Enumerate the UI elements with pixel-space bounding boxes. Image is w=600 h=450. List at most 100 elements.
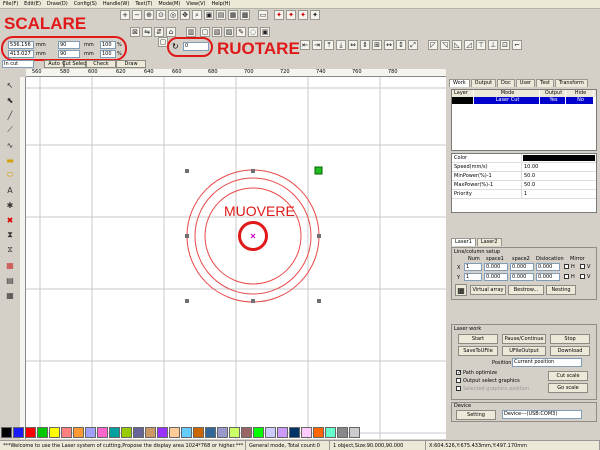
distribute-icon[interactable]: ⊞	[372, 40, 382, 50]
palette-swatch[interactable]	[157, 427, 168, 438]
go-scale-button[interactable]: Go scale	[548, 383, 588, 393]
palette-swatch[interactable]	[49, 427, 60, 438]
align-top-icon[interactable]: ⤒	[324, 40, 334, 50]
menu-handle[interactable]: Handle(W)	[100, 1, 132, 7]
offset-icon[interactable]: ▣	[260, 27, 270, 37]
menu-mode[interactable]: Mode(M)	[155, 1, 183, 7]
path-optimize-checkbox[interactable]: ✓ Path optimize	[456, 370, 497, 376]
tab-work[interactable]: Work	[449, 79, 470, 87]
menu-view[interactable]: View(V)	[183, 1, 208, 7]
work-canvas[interactable]: MUOVERE	[26, 77, 446, 439]
palette-swatch[interactable]	[325, 427, 336, 438]
text-icon[interactable]: A	[4, 184, 16, 196]
pan-icon[interactable]: ✥	[180, 10, 190, 20]
ellipse-icon[interactable]: ⬭	[4, 169, 16, 181]
same-width-icon[interactable]: ↔	[384, 40, 394, 50]
palette-swatch[interactable]	[205, 427, 216, 438]
palette-swatch[interactable]	[13, 427, 24, 438]
zoom-out-icon[interactable]: −	[132, 10, 142, 20]
x-num-field[interactable]: 1	[464, 263, 482, 271]
cut-select-button[interactable]: Cut Select	[62, 60, 88, 68]
same-height-icon[interactable]: ↕	[396, 40, 406, 50]
palette-swatch[interactable]	[97, 427, 108, 438]
palette-swatch[interactable]	[193, 427, 204, 438]
tab-laser2[interactable]: Laser2	[476, 238, 502, 246]
prop-value[interactable]: 1	[522, 190, 527, 198]
node-edit-icon[interactable]: ⬉	[4, 94, 16, 106]
palette-swatch[interactable]	[1, 427, 12, 438]
edge-icon[interactable]: ⌐	[512, 40, 522, 50]
position-select[interactable]: Current position	[512, 358, 582, 367]
polyline-icon[interactable]: ⟋	[4, 124, 16, 136]
y-mirror-h[interactable]: H	[564, 274, 575, 280]
palette-swatch[interactable]	[313, 427, 324, 438]
dot-icon[interactable]: ✱	[4, 199, 16, 211]
corner-bl-icon[interactable]: ◺	[452, 40, 462, 50]
mirror-v-icon[interactable]: ⇵	[154, 27, 164, 37]
virtual-array-button[interactable]: Virtual array	[470, 285, 506, 295]
x-disloc-field[interactable]: 0.000	[536, 263, 560, 271]
tool-c-icon[interactable]: ✦	[298, 10, 308, 20]
y-disloc-field[interactable]: 0.000	[536, 273, 560, 281]
palette-swatch[interactable]	[337, 427, 348, 438]
palette-swatch[interactable]	[229, 427, 240, 438]
prop-priority[interactable]: Priority 1	[452, 190, 596, 199]
curve-icon[interactable]: ∿	[4, 139, 16, 151]
layer-mode[interactable]: Laser Cut	[474, 97, 540, 104]
setting-button[interactable]: Setting	[456, 410, 496, 420]
fit-icon[interactable]: ⌂	[166, 27, 176, 37]
auto-button[interactable]: Auto	[44, 60, 64, 68]
bottom-center-icon[interactable]: ⊥	[488, 40, 498, 50]
palette-swatch[interactable]	[37, 427, 48, 438]
palette-swatch[interactable]	[133, 427, 144, 438]
mirror-h-icon[interactable]: ⇋	[142, 27, 152, 37]
layer-icon[interactable]: ▤	[216, 10, 226, 20]
align-center-icon[interactable]: ⇔	[348, 40, 358, 50]
palette-swatch[interactable]	[169, 427, 180, 438]
lock-icon[interactable]: ⊠	[130, 27, 140, 37]
align-left-icon[interactable]: ⇤	[300, 40, 310, 50]
download-button[interactable]: Download	[550, 346, 590, 356]
weld-icon[interactable]: ▧	[212, 27, 222, 37]
path-icon[interactable]: ▦	[228, 10, 238, 20]
palette-swatch[interactable]	[109, 427, 120, 438]
center-page-icon[interactable]: ⊡	[500, 40, 510, 50]
palette-swatch[interactable]	[73, 427, 84, 438]
corner-br-icon[interactable]: ◿	[464, 40, 474, 50]
array-icon[interactable]: ▤	[4, 274, 16, 286]
palette-swatch[interactable]	[85, 427, 96, 438]
corner-tl-icon[interactable]: ◸	[428, 40, 438, 50]
vmirror-icon[interactable]: ⧖	[4, 244, 16, 256]
palette-swatch[interactable]	[61, 427, 72, 438]
cut-mode-select[interactable]: In cut	[2, 60, 34, 68]
tool-a-icon[interactable]: ✦	[274, 10, 284, 20]
pause-continue-button[interactable]: Pause/Continue	[502, 334, 546, 344]
prop-value[interactable]: 50.0	[522, 172, 535, 180]
simulate-icon[interactable]: ▩	[240, 10, 250, 20]
zoom-in-icon[interactable]: +	[120, 10, 130, 20]
tab-transform[interactable]: Transform	[554, 79, 588, 87]
align-bottom-icon[interactable]: ⤓	[336, 40, 346, 50]
tool-b-icon[interactable]: ✦	[286, 10, 296, 20]
prop-maxpower[interactable]: MaxPower(%)-1 50.0	[452, 181, 596, 190]
align-right-icon[interactable]: ⇥	[312, 40, 322, 50]
palette-swatch[interactable]	[277, 427, 288, 438]
view-icon[interactable]: ▣	[204, 10, 214, 20]
bitmap-icon[interactable]: ▦	[4, 259, 16, 271]
same-size-icon[interactable]: ⤢	[408, 40, 418, 50]
x-space2-field[interactable]: 0.000	[510, 263, 534, 271]
corner-tr-icon[interactable]: ◹	[440, 40, 450, 50]
palette-swatch[interactable]	[181, 427, 192, 438]
menu-file[interactable]: File(F)	[0, 1, 21, 7]
menu-draw[interactable]: Draw(D)	[44, 1, 71, 7]
prop-value[interactable]: 50.0	[522, 181, 535, 189]
x-mirror-h[interactable]: H	[564, 264, 575, 270]
tab-user[interactable]: User	[515, 79, 536, 87]
table-row[interactable]: Laser Cut Yes No	[452, 97, 596, 104]
nesting-button[interactable]: Nesting	[546, 285, 576, 295]
save-to-ufile-button[interactable]: SaveToUFile	[458, 346, 498, 356]
tab-doc[interactable]: Doc	[497, 79, 515, 87]
palette-swatch[interactable]	[289, 427, 300, 438]
zoom-page-icon[interactable]: ⊙	[156, 10, 166, 20]
menu-config[interactable]: Config(S)	[71, 1, 100, 7]
